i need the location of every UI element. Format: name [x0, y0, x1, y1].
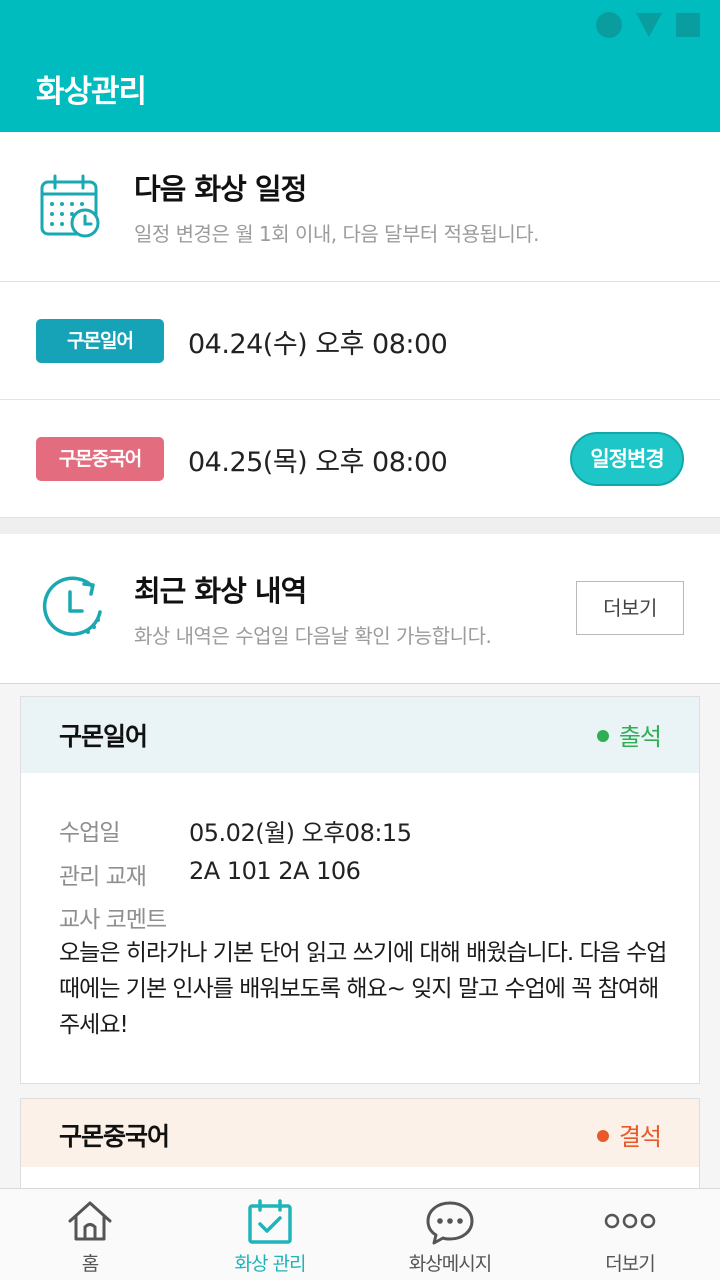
- nav-label: 더보기: [605, 1253, 655, 1275]
- status-bar-icons: [596, 12, 700, 38]
- status-triangle-icon: [636, 13, 662, 37]
- history-more-button[interactable]: 더보기: [576, 581, 684, 635]
- schedule-datetime: 04.24(수) 오후 08:00: [188, 329, 448, 360]
- card-header: 구몬일어 출석: [21, 697, 699, 773]
- card-header: 구몬중국어 결석: [21, 1099, 699, 1167]
- status-square-icon: [676, 13, 700, 37]
- status-label: 결석: [618, 1123, 662, 1151]
- home-icon: [68, 1201, 112, 1241]
- nav-item-video-manage[interactable]: 화상 관리: [180, 1189, 360, 1280]
- history-title: 최근 화상 내역: [134, 574, 307, 608]
- status-dot-icon: [596, 730, 609, 742]
- attendance-status: 결석: [596, 1117, 662, 1152]
- schedule-subtitle: 일정 변경은 월 1회 이내, 다음 달부터 적용됩니다.: [134, 222, 540, 246]
- bottom-navigation: 홈 화상 관리 화상메시지 더보기: [0, 1188, 720, 1280]
- calendar-check-icon: [248, 1199, 292, 1244]
- nav-label: 화상 관리: [234, 1253, 307, 1275]
- status-label: 출석: [618, 723, 662, 751]
- more-dots-icon: [604, 1213, 656, 1229]
- nav-label: 화상메시지: [408, 1253, 492, 1275]
- history-card-japanese[interactable]: 구몬일어 출석 수업일 05.02(월) 오후08:15 관리 교재 2A 10…: [20, 696, 700, 1084]
- card-subject: 구몬중국어: [59, 1122, 170, 1151]
- nav-item-home[interactable]: 홈: [0, 1189, 180, 1280]
- chat-bubble-icon: [426, 1201, 474, 1245]
- nav-label: 홈: [81, 1253, 99, 1275]
- page-title: 화상관리: [36, 74, 147, 110]
- class-date-value: 05.02(월) 오후08:15: [189, 819, 412, 847]
- status-circle-icon: [596, 12, 622, 38]
- material-value: 2A 101 2A 106: [189, 857, 361, 885]
- class-date-label: 수업일: [59, 820, 120, 846]
- teacher-comment: 오늘은 히라가나 기본 단어 읽고 쓰기에 대해 배웠습니다. 다음 수업 때에…: [59, 940, 667, 1038]
- subject-tag: 구몬일어: [36, 319, 164, 363]
- schedule-row-chinese: 구몬중국어 04.25(목) 오후 08:00 일정변경: [0, 400, 720, 518]
- change-schedule-button[interactable]: 일정변경: [570, 432, 684, 486]
- section-divider: [0, 518, 720, 534]
- subject-tag: 구몬중국어: [36, 437, 164, 481]
- history-subtitle: 화상 내역은 수업일 다음날 확인 가능합니다.: [134, 624, 492, 648]
- schedule-datetime: 04.25(목) 오후 08:00: [188, 447, 448, 478]
- schedule-row-japanese: 구몬일어 04.24(수) 오후 08:00: [0, 282, 720, 400]
- status-dot-icon: [596, 1130, 609, 1142]
- attendance-status: 출석: [596, 717, 662, 752]
- history-list: 구몬일어 출석 수업일 05.02(월) 오후08:15 관리 교재 2A 10…: [0, 684, 720, 1208]
- clock-history-icon: [42, 576, 102, 636]
- calendar-icon: [40, 174, 100, 238]
- material-label: 관리 교재: [59, 864, 147, 890]
- schedule-title: 다음 화상 일정: [134, 172, 307, 206]
- nav-item-video-message[interactable]: 화상메시지: [360, 1189, 540, 1280]
- app-header: 화상관리: [0, 0, 720, 132]
- comment-label: 교사 코멘트: [59, 907, 167, 933]
- card-subject: 구몬일어: [59, 722, 148, 751]
- schedule-section-header: [0, 132, 720, 282]
- nav-item-more[interactable]: 더보기: [540, 1189, 720, 1280]
